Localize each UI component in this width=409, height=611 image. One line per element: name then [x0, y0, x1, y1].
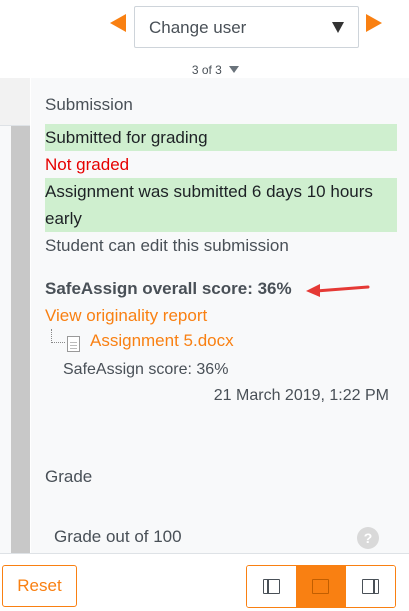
filter-icon[interactable]: [229, 66, 240, 74]
change-user-label: Change user: [149, 18, 247, 37]
layout-toggle-group: [246, 565, 396, 608]
split-view-icon: [312, 579, 330, 594]
user-count-text: 3 of 3: [191, 63, 222, 77]
review-pane-toolbar: [0, 78, 30, 126]
review-pane-document: [11, 126, 30, 553]
review-pane: [0, 78, 30, 553]
red-arrow-icon: [305, 284, 370, 297]
collapse-review-panel-button[interactable]: [345, 566, 395, 607]
user-counter: 3 of 3: [0, 63, 409, 77]
submitted-file-link[interactable]: Assignment 5.docx: [90, 331, 234, 351]
time-remaining-line-2: early: [45, 209, 82, 228]
bottom-action-bar: Reset: [0, 553, 409, 611]
dropdown-caret-icon: [332, 22, 344, 33]
user-navigation-bar: Change user 3 of 3: [0, 0, 409, 78]
safeassign-score-row: SafeAssign overall score: 36%: [45, 275, 397, 303]
split-view-button[interactable]: [296, 566, 346, 607]
submitted-file-row: Assignment 5.docx: [51, 329, 397, 357]
time-remaining-status: Assignment was submitted 6 days 10 hours…: [45, 178, 397, 232]
help-icon[interactable]: ?: [357, 527, 379, 549]
time-remaining-line-1: Assignment was submitted 6 days 10 hours: [45, 182, 373, 201]
grade-heading: Grade: [45, 467, 93, 486]
safeassign-overall-score: SafeAssign overall score: 36%: [45, 279, 292, 298]
grading-status: Not graded: [45, 155, 130, 174]
grading-panel: Submission Submitted for grading Not gra…: [31, 78, 409, 553]
reset-button[interactable]: Reset: [2, 565, 77, 607]
document-icon: [67, 336, 80, 352]
collapse-grade-panel-button[interactable]: [247, 566, 297, 607]
file-safeassign-score: SafeAssign score: 36%: [63, 361, 229, 378]
previous-user-arrow-icon[interactable]: [110, 14, 126, 32]
change-user-select[interactable]: Change user: [134, 6, 359, 48]
submission-status: Submitted for grading: [45, 124, 397, 151]
file-submitted-date: 21 March 2019, 1:22 PM: [213, 387, 389, 404]
collapse-review-panel-icon: [361, 579, 379, 594]
collapse-grade-panel-icon: [263, 579, 280, 594]
tree-connector: [51, 329, 65, 343]
submission-heading: Submission: [45, 95, 133, 114]
next-user-arrow-icon[interactable]: [366, 14, 382, 32]
grade-out-of-label: Grade out of 100: [54, 527, 182, 546]
view-originality-report-link[interactable]: View originality report: [45, 303, 397, 329]
edit-status: Student can edit this submission: [45, 236, 289, 255]
